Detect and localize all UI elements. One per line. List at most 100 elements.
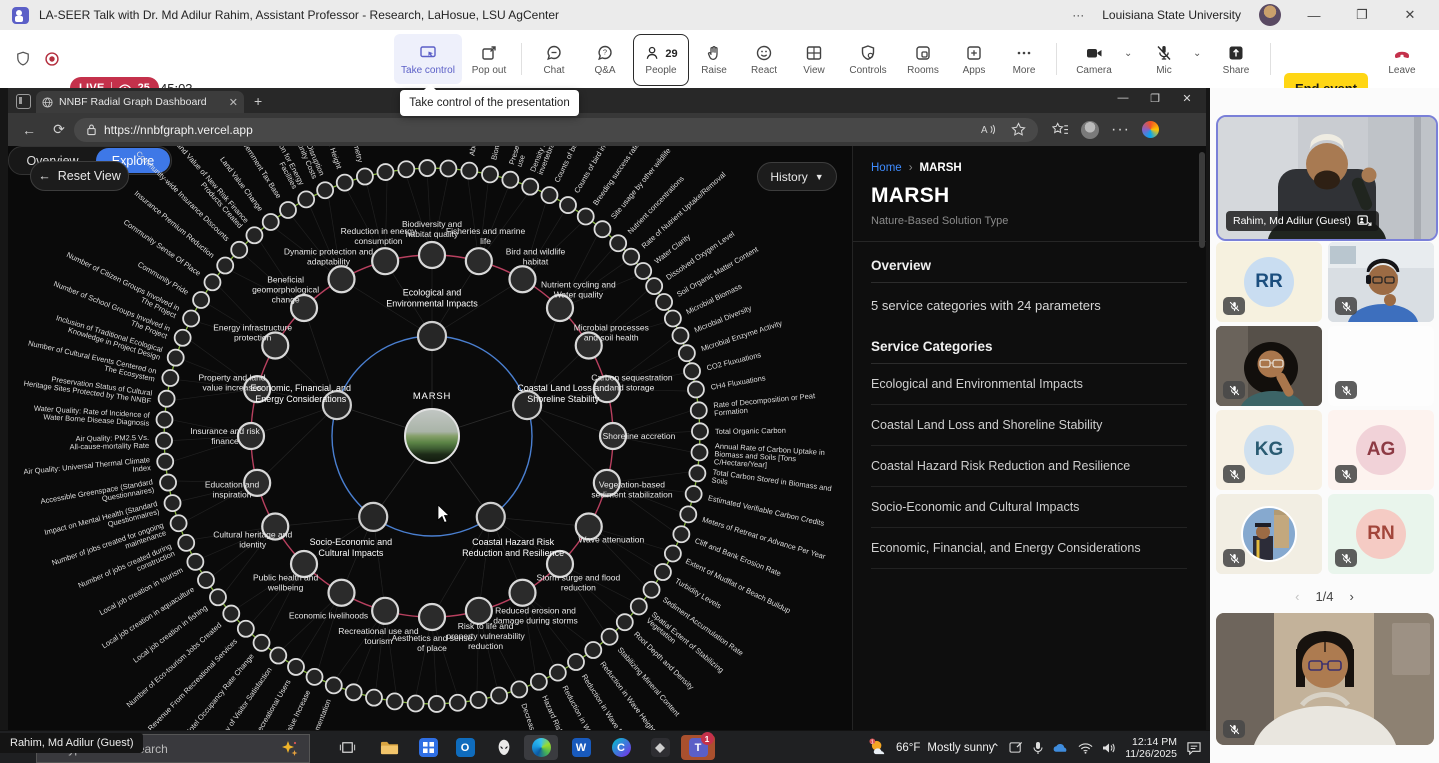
copilot-icon[interactable] [1142,121,1159,138]
wifi-icon[interactable] [1078,742,1093,754]
taskbar-weather[interactable]: 1 66°F Mostly sunny [868,731,995,763]
participant-tile[interactable]: RR [1216,242,1322,322]
participant-tile[interactable]: AG [1328,410,1434,490]
more-button[interactable]: More [1001,34,1047,84]
history-button[interactable]: History ▼ [757,162,837,191]
browser-close-button[interactable]: ✕ [1172,92,1202,105]
camera-icon [1084,43,1105,63]
chat-button[interactable]: Chat [530,34,578,84]
main-speaker-video[interactable]: Rahim, Md Adilur (Guest) [1216,115,1438,241]
svg-text:Local job creation in aquacult: Local job creation in aquaculture [100,585,196,651]
qa-button[interactable]: ? Q&A [581,34,629,84]
svg-text:Dune Height: Dune Height [322,146,344,171]
svg-text:Spatial Extent of StabilizingV: Spatial Extent of StabilizingVegetation [645,610,726,681]
canva-icon[interactable]: C [604,735,638,760]
more-ellipsis-icon [1014,43,1034,63]
taskbar-clock[interactable]: 12:14 PM11/26/2025 [1125,736,1177,760]
leave-button[interactable]: Leave [1378,34,1426,84]
raise-hand-button[interactable]: Raise [691,34,737,84]
teams-taskbar-icon[interactable]: T1 [681,735,715,760]
controls-button[interactable]: Controls [841,34,895,84]
camera-options-chevron[interactable]: ⌄ [1124,48,1132,59]
participant-initials: KG [1244,425,1294,475]
view-button[interactable]: View [791,34,837,84]
mic-options-chevron[interactable]: ⌄ [1193,48,1201,59]
microsoft-store-icon[interactable] [411,735,445,760]
outlook-icon[interactable]: O [448,735,482,760]
take-control-button[interactable]: Take control [394,34,462,84]
service-category-item[interactable]: Coastal Hazard Risk Reduction and Resili… [871,446,1187,487]
service-category-item[interactable]: Coastal Land Loss and Shoreline Stabilit… [871,405,1187,446]
browser-menu-icon[interactable]: ··· [1111,121,1130,139]
svg-text:MARSH: MARSH [413,391,451,402]
back-button[interactable]: ← [14,122,44,138]
file-explorer-icon[interactable] [372,735,406,760]
alienware-icon[interactable] [487,735,521,760]
rooms-button[interactable]: Rooms [899,34,947,84]
service-category-item[interactable]: Economic, Financial, and Energy Consider… [871,528,1187,569]
people-button[interactable]: 29 People [633,34,689,86]
participant-tile[interactable] [1216,494,1322,574]
tab-close-icon[interactable]: ✕ [229,96,238,109]
tray-chevron-icon[interactable]: ⌃ [990,741,1000,755]
svg-text:Economic, Financial, andEnergy: Economic, Financial, andEnergy Considera… [250,383,351,404]
mic-button[interactable]: Mic [1140,34,1188,84]
breadcrumb-home-link[interactable]: Home [871,162,902,174]
participant-tile[interactable] [1216,326,1322,406]
self-video[interactable] [1216,613,1434,745]
browser-restore-button[interactable]: ❐ [1140,92,1170,105]
apps-button[interactable]: Apps [951,34,997,84]
titlebar-more-icon[interactable]: ··· [1072,8,1084,22]
address-bar[interactable]: https://nnbfgraph.vercel.app A [74,118,1038,142]
tab-actions-icon[interactable] [16,94,31,109]
participant-tile[interactable]: RN [1328,494,1434,574]
tray-pen-icon[interactable] [1009,741,1024,754]
participant-tile[interactable]: KG [1216,410,1322,490]
rooms-icon [913,43,933,63]
page-next-button[interactable]: › [1350,589,1354,604]
participant-tile-novideo[interactable] [1328,326,1434,406]
browser-tab[interactable]: NNBF Radial Graph Dashboard ✕ [36,91,244,113]
teams-notification-badge: 1 [701,732,714,745]
panel-scrollbar[interactable] [1199,152,1205,248]
service-category-item[interactable]: Socio-Economic and Cultural Impacts [871,487,1187,528]
browser-profile-avatar[interactable] [1081,121,1099,139]
onedrive-icon[interactable] [1052,742,1069,754]
favorites-bar-icon[interactable] [1052,122,1069,137]
security-shield-icon[interactable] [14,50,32,68]
recording-icon[interactable] [43,50,61,68]
service-category-item[interactable]: Ecological and Environmental Impacts [871,364,1187,405]
user-avatar[interactable] [1259,4,1281,26]
breadcrumb-current: MARSH [920,162,962,174]
svg-text:Site usage by other wildlife: Site usage by other wildlife [609,146,673,221]
participant-tile[interactable] [1328,242,1434,322]
refresh-button[interactable]: ⟳ [44,121,74,138]
teams-minimize-button[interactable]: — [1299,8,1329,23]
page-prev-button[interactable]: ‹ [1295,589,1299,604]
teams-restore-button[interactable]: ❐ [1347,7,1377,23]
new-tab-button[interactable]: + [254,93,262,109]
speaker-name-tag: Rahim, Md Adilur (Guest) [1226,211,1379,231]
volume-icon[interactable] [1102,742,1116,754]
people-count: 29 [665,48,677,60]
search-highlights-icon[interactable] [279,740,299,758]
task-view-icon[interactable] [330,735,364,760]
edge-icon[interactable] [524,735,558,760]
reset-view-button[interactable]: ← Reset View [30,161,129,191]
radial-graph[interactable]: Abundance of fish and shellfishBiomass o… [8,146,852,730]
action-center-icon[interactable] [1186,741,1202,755]
svg-text:?: ? [603,47,607,56]
pop-out-button[interactable]: Pop out [464,34,514,84]
share-button[interactable]: Share [1212,34,1260,84]
dark-app-icon[interactable] [643,735,677,760]
word-icon[interactable]: W [564,735,598,760]
teams-close-button[interactable]: ✕ [1395,7,1425,23]
react-button[interactable]: React [741,34,787,84]
screen: LA-SEER Talk with Dr. Md Adilur Rahim, A… [0,0,1439,763]
browser-minimize-button[interactable]: — [1108,92,1138,104]
favorite-star-icon[interactable] [1011,122,1026,137]
camera-button[interactable]: Camera [1068,34,1120,84]
tray-mic-icon[interactable] [1033,741,1043,755]
svg-text:Community Sense Of Place: Community Sense Of Place [122,218,203,278]
read-aloud-icon[interactable]: A [981,123,997,136]
